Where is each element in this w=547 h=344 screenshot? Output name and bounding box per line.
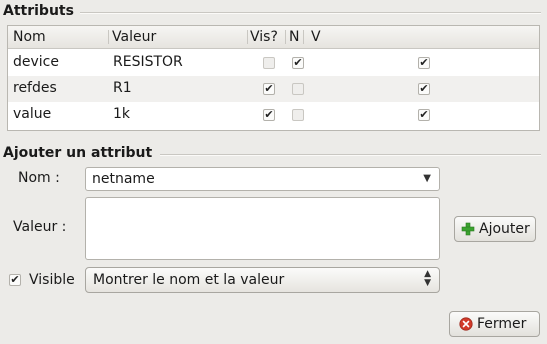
row-name: value bbox=[13, 106, 52, 122]
row-value: R1 bbox=[113, 80, 132, 96]
show-name-checkbox[interactable] bbox=[292, 83, 304, 95]
column-header-visible[interactable]: Vis? bbox=[250, 29, 278, 45]
column-header-value[interactable]: Valeur bbox=[112, 29, 156, 45]
value-textarea[interactable] bbox=[85, 197, 440, 260]
row-value: 1k bbox=[113, 106, 131, 122]
add-attribute-section-title: Ajouter un attribut bbox=[3, 145, 153, 161]
visible-checkbox[interactable]: ✔ bbox=[263, 109, 275, 121]
column-separator bbox=[247, 30, 248, 44]
chevron-down-icon[interactable]: ▼ bbox=[423, 173, 431, 184]
table-row[interactable]: refdes R1 ✔ ✔ bbox=[8, 76, 539, 102]
updown-arrows-icon[interactable]: ▲ ▼ bbox=[424, 270, 431, 288]
add-attribute-section-rule bbox=[160, 154, 541, 156]
add-button[interactable]: Ajouter bbox=[454, 216, 536, 242]
close-icon bbox=[459, 317, 473, 331]
show-value-checkbox[interactable]: ✔ bbox=[418, 83, 430, 95]
attributes-section-title: Attributs bbox=[3, 3, 74, 19]
column-header-show-value[interactable]: V bbox=[311, 29, 321, 45]
value-label: Valeur : bbox=[13, 219, 67, 235]
show-mode-select[interactable]: Montrer le nom et la valeur ▲ ▼ bbox=[85, 267, 440, 293]
show-value-checkbox[interactable]: ✔ bbox=[418, 57, 430, 69]
row-name: refdes bbox=[13, 80, 57, 96]
add-button-label: Ajouter bbox=[479, 221, 530, 237]
table-header: Nom Valeur Vis? N V bbox=[8, 26, 539, 49]
table-row[interactable]: device RESISTOR ✔ ✔ bbox=[8, 50, 539, 76]
visible-checkbox[interactable] bbox=[263, 57, 275, 69]
row-value: RESISTOR bbox=[113, 54, 183, 70]
name-combo[interactable]: netname ▼ bbox=[85, 167, 440, 191]
name-combo-value[interactable]: netname bbox=[92, 171, 155, 187]
show-name-checkbox[interactable] bbox=[292, 109, 304, 121]
table-row[interactable]: value 1k ✔ ✔ bbox=[8, 102, 539, 128]
close-button[interactable]: Fermer bbox=[449, 311, 540, 337]
plus-icon bbox=[461, 222, 475, 236]
name-label: Nom : bbox=[18, 170, 60, 186]
column-separator bbox=[108, 30, 109, 44]
row-name: device bbox=[13, 54, 59, 70]
visible-label[interactable]: Visible bbox=[29, 272, 75, 288]
show-mode-value[interactable]: Montrer le nom et la valeur bbox=[93, 272, 284, 288]
show-name-checkbox[interactable]: ✔ bbox=[292, 57, 304, 69]
visible-toggle-checkbox[interactable]: ✔ bbox=[9, 274, 21, 286]
plus-icon-bar bbox=[461, 226, 475, 232]
visible-checkbox[interactable]: ✔ bbox=[263, 83, 275, 95]
close-button-label: Fermer bbox=[477, 316, 527, 332]
show-value-checkbox[interactable]: ✔ bbox=[418, 109, 430, 121]
column-header-name[interactable]: Nom bbox=[13, 29, 46, 45]
column-separator bbox=[303, 30, 304, 44]
column-separator bbox=[285, 30, 286, 44]
column-header-show-name[interactable]: N bbox=[289, 29, 299, 45]
attributes-section-rule bbox=[80, 12, 541, 14]
attributes-table[interactable]: Nom Valeur Vis? N V device RESISTOR ✔ ✔ … bbox=[7, 25, 540, 131]
